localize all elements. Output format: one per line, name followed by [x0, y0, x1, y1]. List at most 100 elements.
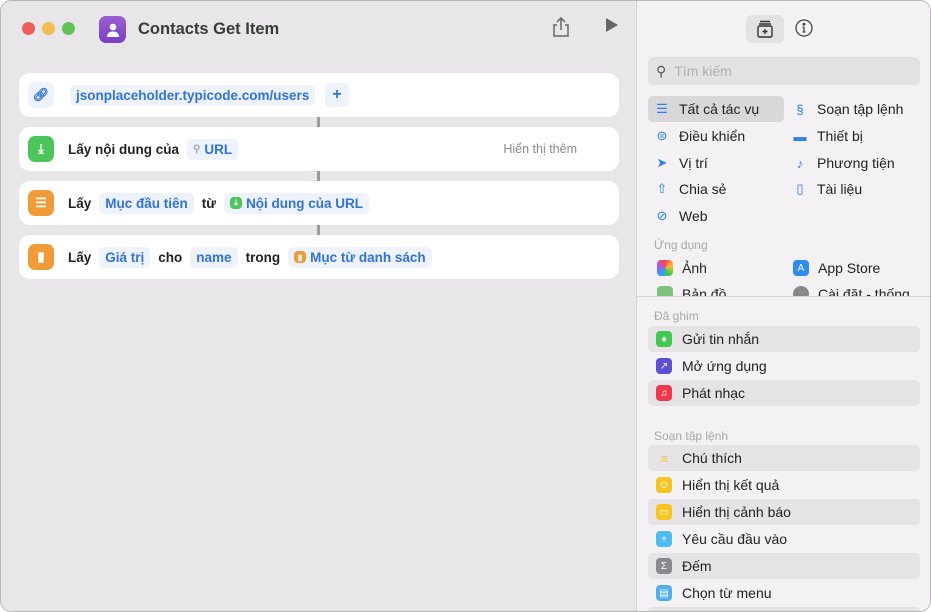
editor-pane: Contacts Get Item 🔗︎ jsonplaceholder.typ…	[1, 1, 636, 611]
action-label: Lấy nội dung của	[68, 141, 180, 157]
pinned-open-app[interactable]: ↗ Mở ứng dụng	[648, 353, 920, 379]
photos-icon	[657, 260, 673, 276]
action-library-button[interactable]	[746, 15, 784, 43]
run-icon[interactable]	[605, 17, 619, 38]
action-show-alert[interactable]: ▭ Hiển thị cảnh báo	[648, 499, 920, 525]
search-icon: ⚲	[656, 62, 667, 79]
app-maps[interactable]: Bản đồ	[651, 281, 787, 296]
share-icon: ⇧	[656, 181, 668, 196]
item-from-list-token[interactable]: ▮ Mục từ danh sách	[288, 246, 432, 268]
toggle-icon: ⊜	[656, 128, 668, 143]
dictionary-icon: ▮	[28, 244, 54, 270]
category-label: Thiết bị	[817, 128, 863, 144]
category-label: Phương tiện	[817, 155, 895, 171]
scripting-section-header: Soạn tập lệnh	[654, 429, 729, 443]
minimize-button[interactable]	[42, 22, 55, 35]
category-location[interactable]: ➤ Vị trí	[648, 150, 784, 176]
connector	[317, 225, 320, 235]
item-label: Hiển thị cảnh báo	[682, 504, 791, 520]
action-word: cho	[158, 249, 183, 265]
pinned-play-music[interactable]: ♫ Phát nhạc	[648, 380, 920, 406]
action-label: Lấy	[68, 249, 92, 265]
category-label: Tất cả tác vụ	[679, 101, 760, 117]
get-contents-of-url-action[interactable]: ⤓ Lấy nội dung của ⚲ URL Hiển thị thêm	[19, 127, 619, 171]
link-icon: 🔗︎	[28, 82, 54, 108]
ask-input-icon: +	[656, 531, 672, 547]
first-item-token[interactable]: Mục đầu tiên	[99, 192, 194, 214]
action-label: Lấy	[68, 195, 92, 211]
value-token[interactable]: Giá trị	[99, 246, 151, 268]
category-media[interactable]: ♪ Phương tiện	[786, 150, 922, 176]
sigma-icon: Σ	[656, 558, 672, 574]
app-system-settings[interactable]: Cài đặt - thống	[787, 281, 930, 296]
key-token[interactable]: name	[190, 246, 238, 268]
settings-gear-icon	[793, 286, 809, 296]
pinned-send-message[interactable]: ● Gửi tin nhắn	[648, 326, 920, 352]
link-icon: ⚲	[193, 143, 201, 155]
share-icon[interactable]	[552, 16, 570, 42]
url-token[interactable]: jsonplaceholder.typicode.com/users	[70, 84, 316, 106]
search-placeholder: Tìm kiếm	[674, 63, 732, 79]
scripting-icon: §	[796, 101, 804, 117]
add-url-button[interactable]: +	[325, 83, 349, 107]
shortcut-title[interactable]: Contacts Get Item	[138, 20, 279, 39]
get-dictionary-value-action[interactable]: ▮ Lấy Giá trị cho name trong ▮ Mục từ dan…	[19, 235, 619, 279]
app-store-icon: A	[793, 260, 809, 276]
info-icon[interactable]	[795, 19, 813, 40]
music-note-icon: ♪	[796, 155, 804, 171]
action-count[interactable]: Σ Đếm	[648, 553, 920, 579]
location-arrow-icon: ➤	[656, 155, 668, 170]
category-documents[interactable]: ▯ Tài liệu	[786, 176, 922, 202]
display-icon: ▬	[793, 128, 807, 144]
alert-icon: ▭	[656, 504, 672, 520]
action-show-result[interactable]: ⊙ Hiển thị kết quả	[648, 472, 920, 498]
token-label: Nội dung của URL	[246, 195, 364, 211]
app-label: Ảnh	[682, 260, 707, 276]
item-label: Chú thích	[682, 450, 742, 466]
category-label: Tài liệu	[817, 181, 863, 197]
item-label: Phát nhạc	[682, 385, 746, 401]
item-label: Gửi tin nhắn	[682, 331, 760, 347]
category-label: Soạn tập lệnh	[817, 101, 904, 117]
compass-icon: ⊘	[656, 208, 668, 223]
contacts-shortcut-icon[interactable]	[99, 16, 126, 43]
show-result-icon: ⊙	[656, 477, 672, 493]
music-icon: ♫	[656, 385, 672, 401]
shortcuts-window: Contacts Get Item 🔗︎ jsonplaceholder.typ…	[0, 0, 931, 612]
divider	[637, 296, 930, 297]
item-label: Đếm	[682, 558, 712, 574]
comment-lines-icon: ≡	[660, 450, 668, 466]
url-action[interactable]: 🔗︎ jsonplaceholder.typicode.com/users +	[19, 73, 619, 117]
action-choose-from-menu[interactable]: ▤ Chọn từ menu	[648, 580, 920, 606]
item-label: Yêu cầu đầu vào	[682, 531, 788, 547]
list-icon: ☰	[656, 101, 668, 116]
category-scripting[interactable]: § Soạn tập lệnh	[786, 96, 922, 122]
category-all-actions[interactable]: ☰ Tất cả tác vụ	[648, 96, 784, 122]
item-label: Mở ứng dụng	[682, 358, 767, 374]
list-icon: ☰	[28, 190, 54, 216]
category-label: Web	[679, 208, 708, 224]
token-label: Mục từ danh sách	[310, 249, 426, 265]
app-photos[interactable]: Ảnh	[651, 257, 787, 281]
list-icon: ▮	[294, 251, 307, 263]
action-ask-for-input[interactable]: + Yêu cầu đầu vào	[648, 526, 920, 552]
category-devices[interactable]: ▬ Thiết bị	[786, 123, 922, 149]
category-controls[interactable]: ⊜ Điều khiển	[648, 123, 784, 149]
close-button[interactable]	[22, 22, 35, 35]
category-label: Vị trí	[679, 155, 708, 171]
document-icon: ▯	[796, 181, 804, 196]
zoom-button[interactable]	[62, 22, 75, 35]
action-word: trong	[245, 249, 281, 265]
get-item-from-list-action[interactable]: ☰ Lấy Mục đầu tiên từ ⤓ Nội dung của URL	[19, 181, 619, 225]
connector	[317, 171, 320, 181]
download-icon: ⤓	[230, 197, 243, 209]
search-input[interactable]: ⚲ Tìm kiếm	[648, 57, 920, 85]
app-app-store[interactable]: A App Store	[787, 257, 923, 281]
contents-of-url-token[interactable]: ⤓ Nội dung của URL	[224, 192, 370, 214]
show-more-button[interactable]: Hiển thị thêm	[503, 142, 577, 156]
connector	[317, 117, 320, 127]
url-variable-token[interactable]: ⚲ URL	[187, 138, 239, 160]
category-web[interactable]: ⊘ Web	[648, 203, 784, 229]
category-sharing[interactable]: ⇧ Chia sẻ	[648, 176, 784, 202]
action-comment[interactable]: ≡ Chú thích	[648, 445, 920, 471]
